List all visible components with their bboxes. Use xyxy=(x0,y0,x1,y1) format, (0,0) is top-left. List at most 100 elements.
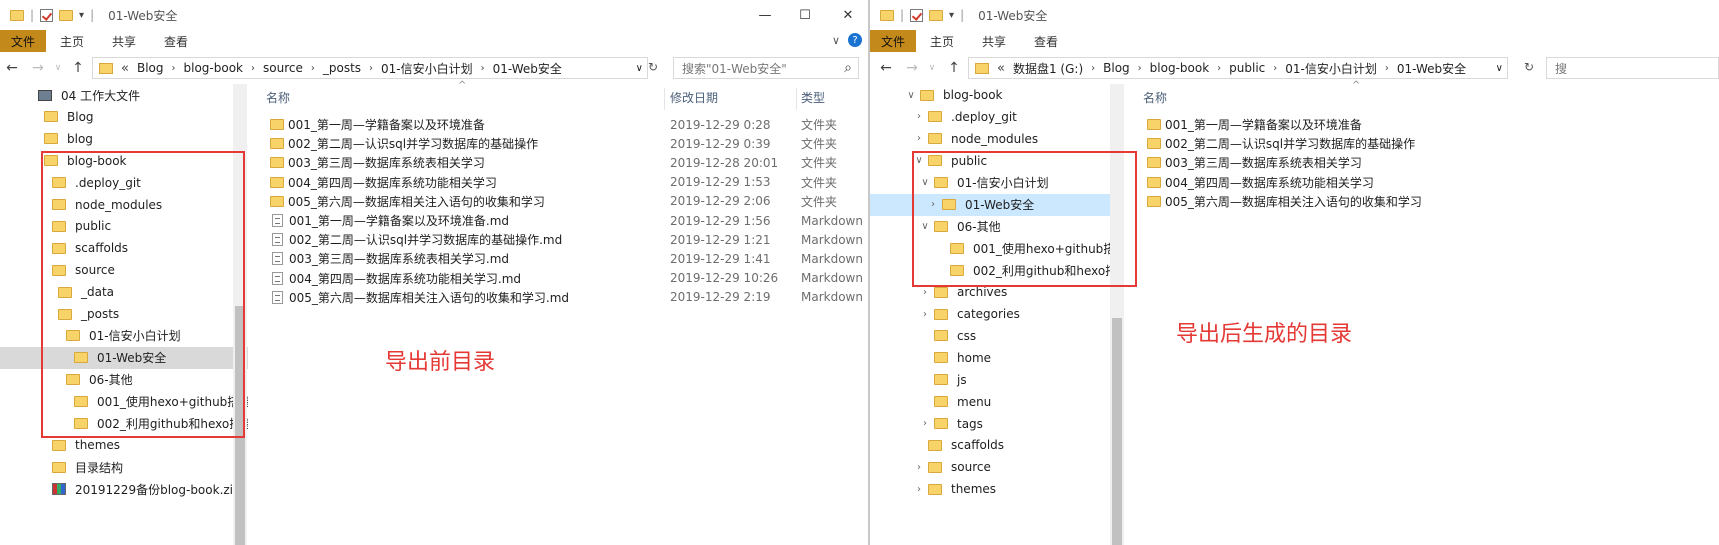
new-folder-icon[interactable] xyxy=(59,9,74,21)
divider: | xyxy=(90,8,95,22)
tree-item[interactable]: › node_modules xyxy=(870,128,1124,150)
breadcrumb-item[interactable]: blog-book xyxy=(1142,61,1218,75)
tree-item[interactable]: ∨ blog-book xyxy=(870,84,1124,106)
file-tab[interactable]: 文件 xyxy=(870,30,916,52)
close-button[interactable]: ✕ xyxy=(828,0,868,30)
tree-item[interactable]: Blog xyxy=(0,106,248,128)
properties-icon[interactable] xyxy=(910,8,924,22)
file-tab[interactable]: 文件 xyxy=(0,30,46,52)
file-row[interactable]: 005_第六周—数据库相关注入语句的收集和学习 xyxy=(1147,192,1547,211)
tree-item[interactable]: 20191229备份blog-book.zip xyxy=(0,478,248,500)
tree-item[interactable]: › .deploy_git xyxy=(870,106,1124,128)
up-icon[interactable]: ↑ xyxy=(942,60,966,76)
overflow-chevron[interactable]: « xyxy=(121,61,129,76)
file-row[interactable]: 004_第四周—数据库系统功能相关学习 xyxy=(270,173,660,192)
refresh-icon[interactable]: ↻ xyxy=(648,60,658,74)
overflow-chevron[interactable]: « xyxy=(997,61,1005,76)
expand-icon[interactable]: › xyxy=(912,484,926,495)
quick-access-dropdown-icon[interactable]: ▾ xyxy=(79,10,84,21)
scrollbar-thumb[interactable] xyxy=(1112,318,1122,545)
file-row[interactable]: 003_第三周—数据库系统表相关学习 xyxy=(1147,153,1547,172)
tree-item[interactable]: 目录结构 xyxy=(0,456,248,478)
file-row[interactable]: 004_第四周—数据库系统功能相关学习.md xyxy=(270,269,660,288)
breadcrumb-item[interactable]: source xyxy=(255,61,311,75)
tree-item-label: 04 工作大文件 xyxy=(61,88,141,103)
search-input[interactable]: 搜 xyxy=(1546,57,1719,79)
file-name: 005_第六周—数据库相关注入语句的收集和学习.md xyxy=(289,290,570,305)
file-name: 002_第二周—认识sql并学习数据库的基础操作.md xyxy=(289,233,563,248)
breadcrumb-item[interactable]: 数据盘1 (G:) xyxy=(1005,60,1091,77)
explorer-window-before: | ▾ | 01-Web安全 — ☐ ✕ 文件 主页 共享 查看 ∨ ? ← →… xyxy=(0,0,868,545)
tree-item[interactable]: › source xyxy=(870,456,1124,478)
tab-view[interactable]: 查看 xyxy=(1020,33,1072,50)
tree-item[interactable]: › tags xyxy=(870,413,1124,435)
column-header-date[interactable]: 修改日期 xyxy=(670,84,718,110)
tree-item[interactable]: css xyxy=(870,325,1124,347)
tree-item[interactable]: scaffolds xyxy=(870,434,1124,456)
minimize-button[interactable]: — xyxy=(745,0,785,30)
file-row[interactable]: 004_第四周—数据库系统功能相关学习 xyxy=(1147,173,1547,192)
expand-icon[interactable]: › xyxy=(918,418,932,429)
breadcrumb-item[interactable]: 01-Web安全 xyxy=(485,60,570,77)
address-bar[interactable]: « Blog › blog-book › source › _posts › 01-信安… xyxy=(92,57,648,79)
breadcrumb-item[interactable]: blog-book xyxy=(176,61,252,75)
expand-icon[interactable]: › xyxy=(918,309,932,320)
address-dropdown-icon[interactable]: ∨ xyxy=(1496,63,1503,74)
quick-access-dropdown-icon[interactable]: ▾ xyxy=(949,10,954,21)
tree-item[interactable]: › categories xyxy=(870,303,1124,325)
tree-item[interactable]: menu xyxy=(870,391,1124,413)
tab-home[interactable]: 主页 xyxy=(46,33,98,50)
help-icon[interactable]: ? xyxy=(848,33,862,47)
expand-icon[interactable]: › xyxy=(918,287,932,298)
file-date: 2019-12-29 1:56 xyxy=(670,213,771,228)
tree-item[interactable]: blog xyxy=(0,128,248,150)
recent-dropdown-icon[interactable]: ∨ xyxy=(920,63,944,73)
back-icon[interactable]: ← xyxy=(0,60,24,76)
column-header-name[interactable]: 名称 xyxy=(1143,84,1167,110)
tab-share[interactable]: 共享 xyxy=(98,33,150,50)
tree-item[interactable]: js xyxy=(870,369,1124,391)
tree-item[interactable]: › themes xyxy=(870,478,1124,500)
file-row[interactable]: 002_第二周—认识sql并学习数据库的基础操作 xyxy=(270,134,660,153)
breadcrumb-item[interactable]: 01-Web安全 xyxy=(1389,60,1474,77)
column-header-type[interactable]: 类型 xyxy=(801,84,825,110)
folder-icon xyxy=(928,439,942,451)
file-row[interactable]: 005_第六周—数据库相关注入语句的收集和学习.md xyxy=(270,288,660,307)
file-row[interactable]: 002_第二周—认识sql并学习数据库的基础操作 xyxy=(1147,134,1547,153)
breadcrumb-item[interactable]: Blog xyxy=(129,61,172,75)
collapse-icon[interactable]: ∨ xyxy=(904,90,918,101)
breadcrumb-item[interactable]: Blog xyxy=(1095,61,1138,75)
markdown-file-icon xyxy=(272,233,283,247)
address-dropdown-icon[interactable]: ∨ xyxy=(636,63,643,74)
up-icon[interactable]: ↑ xyxy=(66,60,90,76)
file-row[interactable]: 001_第一周—学籍备案以及环境准备.md xyxy=(270,211,660,230)
properties-icon[interactable] xyxy=(40,8,54,22)
address-bar[interactable]: « 数据盘1 (G:) › Blog › blog-book › public › 01… xyxy=(968,57,1508,79)
column-header-name[interactable]: 名称 xyxy=(266,84,290,110)
tree-item-label: blog-book xyxy=(943,88,1003,102)
collapse-ribbon-icon[interactable]: ∨ xyxy=(832,34,840,47)
breadcrumb-item[interactable]: public xyxy=(1221,61,1273,75)
new-folder-icon[interactable] xyxy=(929,9,944,21)
tree-item[interactable]: 04 工作大文件 xyxy=(0,84,248,106)
expand-icon[interactable]: › xyxy=(912,133,926,144)
tab-home[interactable]: 主页 xyxy=(916,33,968,50)
breadcrumb-item[interactable]: _posts xyxy=(315,61,369,75)
file-row[interactable]: 003_第三周—数据库系统表相关学习.md xyxy=(270,249,660,268)
search-input[interactable]: 搜索"01-Web安全" ⌕ xyxy=(673,57,859,79)
expand-icon[interactable]: › xyxy=(912,111,926,122)
file-row[interactable]: 001_第一周—学籍备案以及环境准备 xyxy=(1147,115,1547,134)
tab-view[interactable]: 查看 xyxy=(150,33,202,50)
tab-share[interactable]: 共享 xyxy=(968,33,1020,50)
tree-item[interactable]: home xyxy=(870,347,1124,369)
file-row[interactable]: 001_第一周—学籍备案以及环境准备 xyxy=(270,115,660,134)
back-icon[interactable]: ← xyxy=(874,60,898,76)
expand-icon[interactable]: › xyxy=(912,462,926,473)
file-row[interactable]: 003_第三周—数据库系统表相关学习 xyxy=(270,153,660,172)
breadcrumb-item[interactable]: 01-信安小白计划 xyxy=(373,60,481,77)
file-row[interactable]: 005_第六周—数据库相关注入语句的收集和学习 xyxy=(270,192,660,211)
refresh-icon[interactable]: ↻ xyxy=(1524,60,1534,74)
maximize-button[interactable]: ☐ xyxy=(785,0,825,30)
file-row[interactable]: 002_第二周—认识sql并学习数据库的基础操作.md xyxy=(270,230,660,249)
breadcrumb-item[interactable]: 01-信安小白计划 xyxy=(1277,60,1385,77)
